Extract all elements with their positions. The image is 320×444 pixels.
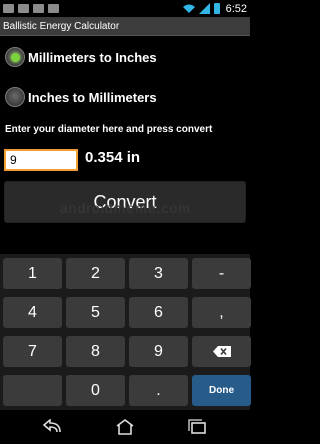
key-blank[interactable] [3,375,62,406]
notification-icons [0,4,59,13]
key-done[interactable]: Done [192,375,251,406]
key-comma[interactable]: , [192,297,251,328]
radio-dot [10,52,20,62]
key-8[interactable]: 8 [66,336,125,367]
wifi-icon [182,4,195,13]
key-0[interactable]: 0 [66,375,125,406]
radio-mm-to-in[interactable]: Millimeters to Inches [5,44,245,70]
key-minus[interactable]: - [192,258,251,289]
key-9[interactable]: 9 [129,336,188,367]
numeric-keyboard: 1 2 3 - 4 5 6 , 7 8 9 0 . Done [0,254,251,410]
watermark: androidmeme.com [60,200,191,216]
radio-label-in-to-mm[interactable]: Inches to Millimeters [28,90,157,105]
key-period[interactable]: . [129,375,188,406]
radio-label-mm-to-in[interactable]: Millimeters to Inches [28,50,157,65]
key-4[interactable]: 4 [3,297,62,328]
key-7[interactable]: 7 [3,336,62,367]
backspace-icon [212,346,231,357]
radio-button-unselected-icon[interactable] [5,87,25,107]
envelope-icon [3,4,14,13]
radio-in-to-mm[interactable]: Inches to Millimeters [5,84,245,110]
system-icons: 6:52 [182,0,247,17]
signal-icon [198,3,210,14]
mail-icon [33,4,44,13]
diameter-input[interactable] [4,149,78,171]
clock: 6:52 [225,2,247,15]
app-title: Ballistic Energy Calculator [3,20,120,32]
navigation-bar [0,410,250,444]
key-6[interactable]: 6 [129,297,188,328]
key-2[interactable]: 2 [66,258,125,289]
key-3[interactable]: 3 [129,258,188,289]
recent-apps-icon[interactable] [186,419,208,435]
title-bar: Ballistic Energy Calculator [0,17,250,36]
radio-button-selected-icon[interactable] [5,47,25,67]
status-bar: 6:52 [0,0,250,17]
home-icon[interactable] [114,419,136,435]
instruction-text: Enter your diameter here and press conve… [5,124,213,135]
battery-icon [213,3,220,14]
key-5[interactable]: 5 [66,297,125,328]
result-text: 0.354 in [85,149,141,166]
key-backspace[interactable] [192,336,251,367]
image-icon [18,4,29,13]
key-1[interactable]: 1 [3,258,62,289]
image-icon [48,4,59,13]
back-icon[interactable] [42,419,64,435]
